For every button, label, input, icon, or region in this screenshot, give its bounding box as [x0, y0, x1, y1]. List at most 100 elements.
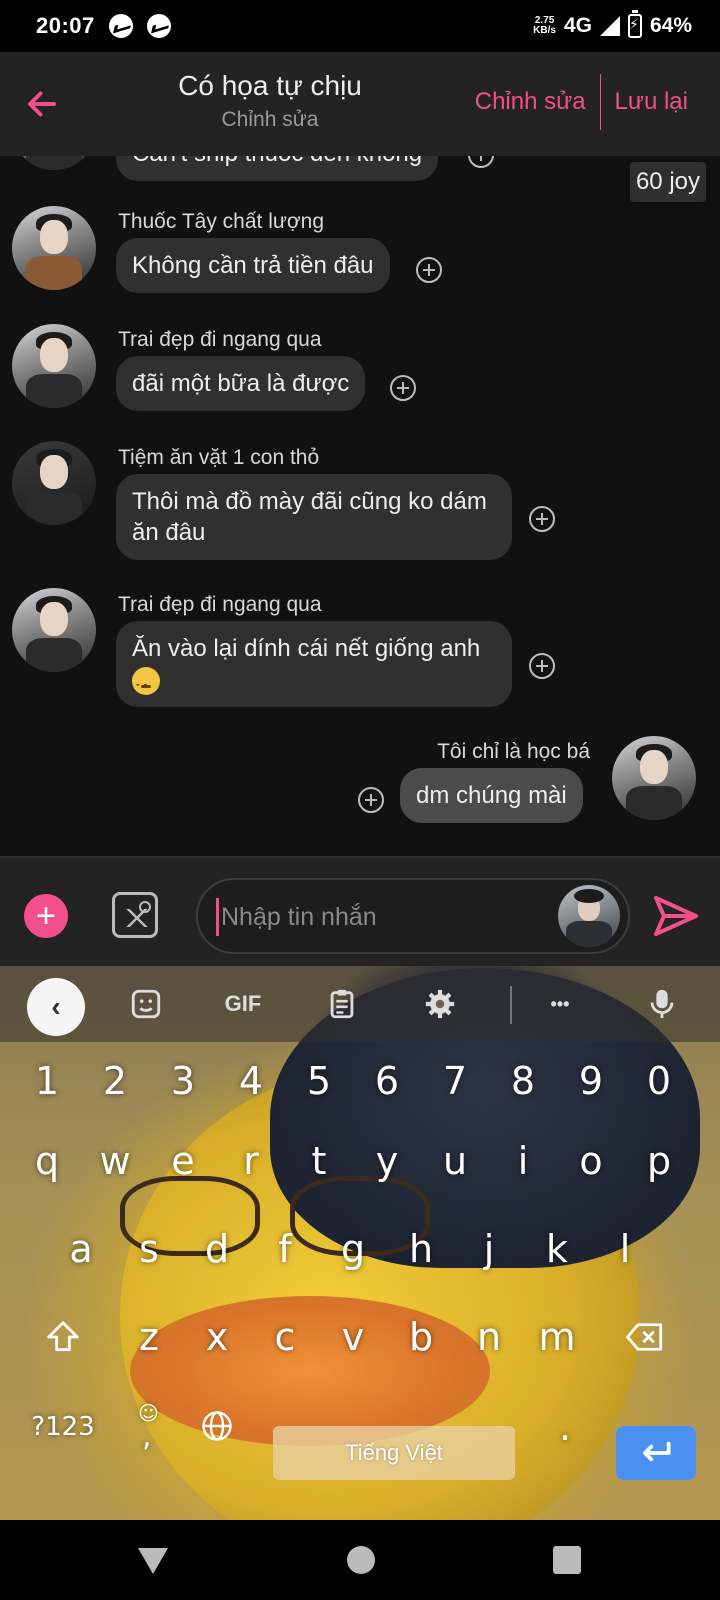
key[interactable]: w	[82, 1126, 148, 1196]
add-reaction-icon[interactable]	[390, 375, 416, 401]
key[interactable]: 1	[14, 1046, 80, 1116]
key[interactable]: 0	[626, 1046, 692, 1116]
key[interactable]: 4	[218, 1046, 284, 1116]
network-type: 4G	[563, 14, 592, 37]
key[interactable]: t	[286, 1126, 352, 1196]
header-titles: Có họa tự chịu Chỉnh sửa	[0, 70, 540, 132]
key[interactable]: i	[490, 1126, 556, 1196]
key[interactable]: k	[524, 1214, 590, 1284]
key[interactable]: p	[626, 1126, 692, 1196]
avatar[interactable]	[558, 885, 620, 947]
avatar[interactable]	[12, 206, 96, 290]
edit-button[interactable]: Chỉnh sửa	[461, 74, 600, 130]
key[interactable]: z	[116, 1302, 182, 1372]
key[interactable]: x	[184, 1302, 250, 1372]
battery-level: 64%	[649, 14, 692, 37]
microphone-icon[interactable]	[644, 984, 680, 1024]
shift-icon	[47, 1321, 79, 1352]
sender-name: Trai đẹp đi ngang qua	[118, 328, 322, 351]
message-input-container[interactable]	[196, 878, 630, 954]
key[interactable]: v	[320, 1302, 386, 1372]
avatar[interactable]	[12, 441, 96, 525]
navigation-bar	[0, 1520, 720, 1600]
emoji-comma-key[interactable]: ☺ ,	[116, 1392, 182, 1462]
key[interactable]: s	[116, 1214, 182, 1284]
more-options-icon[interactable]: •••	[540, 984, 580, 1024]
key[interactable]: q	[14, 1126, 80, 1196]
key[interactable]: c	[252, 1302, 318, 1372]
message-input[interactable]	[216, 898, 546, 936]
shift-key[interactable]	[30, 1302, 96, 1372]
key[interactable]: a	[48, 1214, 114, 1284]
key[interactable]: 8	[490, 1046, 556, 1116]
key[interactable]: j	[456, 1214, 522, 1284]
key[interactable]: g	[320, 1214, 386, 1284]
avatar[interactable]	[12, 156, 96, 170]
add-reaction-icon[interactable]	[529, 506, 555, 532]
message-bubble[interactable]: Thôi mà đồ mày đãi cũng ko dám ăn đâu	[116, 474, 512, 560]
message-bubble[interactable]: dm chúng mài	[400, 768, 583, 823]
symbols-key[interactable]: ?123	[28, 1392, 98, 1462]
key[interactable]: 6	[354, 1046, 420, 1116]
avatar[interactable]	[12, 324, 96, 408]
nav-recents-icon[interactable]	[553, 1546, 581, 1574]
add-button[interactable]: +	[24, 894, 68, 938]
add-reaction-icon[interactable]	[416, 257, 442, 283]
gif-button[interactable]: GIF	[220, 984, 266, 1024]
sticker-icon[interactable]	[128, 984, 164, 1024]
backspace-key[interactable]	[612, 1302, 678, 1372]
app-header: Có họa tự chịu Chỉnh sửa Chỉnh sửa Lưu l…	[0, 52, 720, 156]
avatar[interactable]	[12, 588, 96, 672]
message-bubble[interactable]: Can't ship thuốc đến không	[116, 156, 439, 181]
key[interactable]: 3	[150, 1046, 216, 1116]
letter-row-3: z x c v b n m	[0, 1302, 720, 1372]
sender-name: Trai đẹp đi ngang qua	[118, 593, 322, 616]
key[interactable]: u	[422, 1126, 488, 1196]
clipboard-icon[interactable]	[324, 984, 360, 1024]
key[interactable]: e	[150, 1126, 216, 1196]
page-subtitle: Chỉnh sửa	[221, 108, 319, 131]
image-icon[interactable]	[112, 892, 158, 938]
battery-charging-icon	[627, 10, 642, 38]
message-composer: +	[0, 856, 720, 966]
nav-home-icon[interactable]	[347, 1546, 375, 1574]
gear-icon[interactable]	[422, 984, 458, 1024]
avatar[interactable]	[612, 736, 696, 820]
key[interactable]: 9	[558, 1046, 624, 1116]
globe-key[interactable]	[184, 1392, 250, 1462]
add-reaction-icon[interactable]	[468, 156, 494, 168]
key[interactable]: r	[218, 1126, 284, 1196]
key[interactable]: l	[592, 1214, 658, 1284]
key[interactable]: y	[354, 1126, 420, 1196]
enter-key[interactable]	[616, 1426, 696, 1480]
network-speed: 2.75 KB/s	[533, 16, 556, 36]
key[interactable]: f	[252, 1214, 318, 1284]
key[interactable]: 7	[422, 1046, 488, 1116]
message-bubble[interactable]: đãi một bữa là được	[116, 356, 366, 411]
chat-area[interactable]: Can't ship thuốc đến không 60 joy Thuốc …	[0, 156, 720, 856]
key[interactable]: m	[524, 1302, 590, 1372]
key[interactable]: o	[558, 1126, 624, 1196]
key[interactable]: n	[456, 1302, 522, 1372]
chevron-left-icon[interactable]: ‹	[27, 978, 85, 1036]
key[interactable]: d	[184, 1214, 250, 1284]
key[interactable]: h	[388, 1214, 454, 1284]
period-key[interactable]: .	[532, 1392, 598, 1462]
backspace-icon	[626, 1323, 663, 1351]
save-button[interactable]: Lưu lại	[601, 74, 702, 130]
key[interactable]: 2	[82, 1046, 148, 1116]
page-title: Có họa tự chịu	[178, 70, 362, 101]
add-reaction-icon[interactable]	[529, 653, 555, 679]
message-bubble[interactable]: Ăn vào lại dính cái nết giống anh	[116, 621, 512, 707]
key[interactable]: 5	[286, 1046, 352, 1116]
add-reaction-icon[interactable]	[358, 787, 384, 813]
sender-name: Tiệm ăn vặt 1 con thỏ	[118, 446, 320, 469]
unamused-face-icon	[132, 666, 160, 700]
nav-back-icon[interactable]	[138, 1548, 168, 1574]
messenger-icon	[108, 14, 133, 38]
send-icon[interactable]	[652, 892, 700, 940]
letter-row-1: q w e r t y u i o p	[0, 1126, 720, 1196]
space-key[interactable]: Tiếng Việt	[273, 1426, 515, 1480]
message-bubble[interactable]: Không cần trả tiền đâu	[116, 238, 390, 293]
key[interactable]: b	[388, 1302, 454, 1372]
